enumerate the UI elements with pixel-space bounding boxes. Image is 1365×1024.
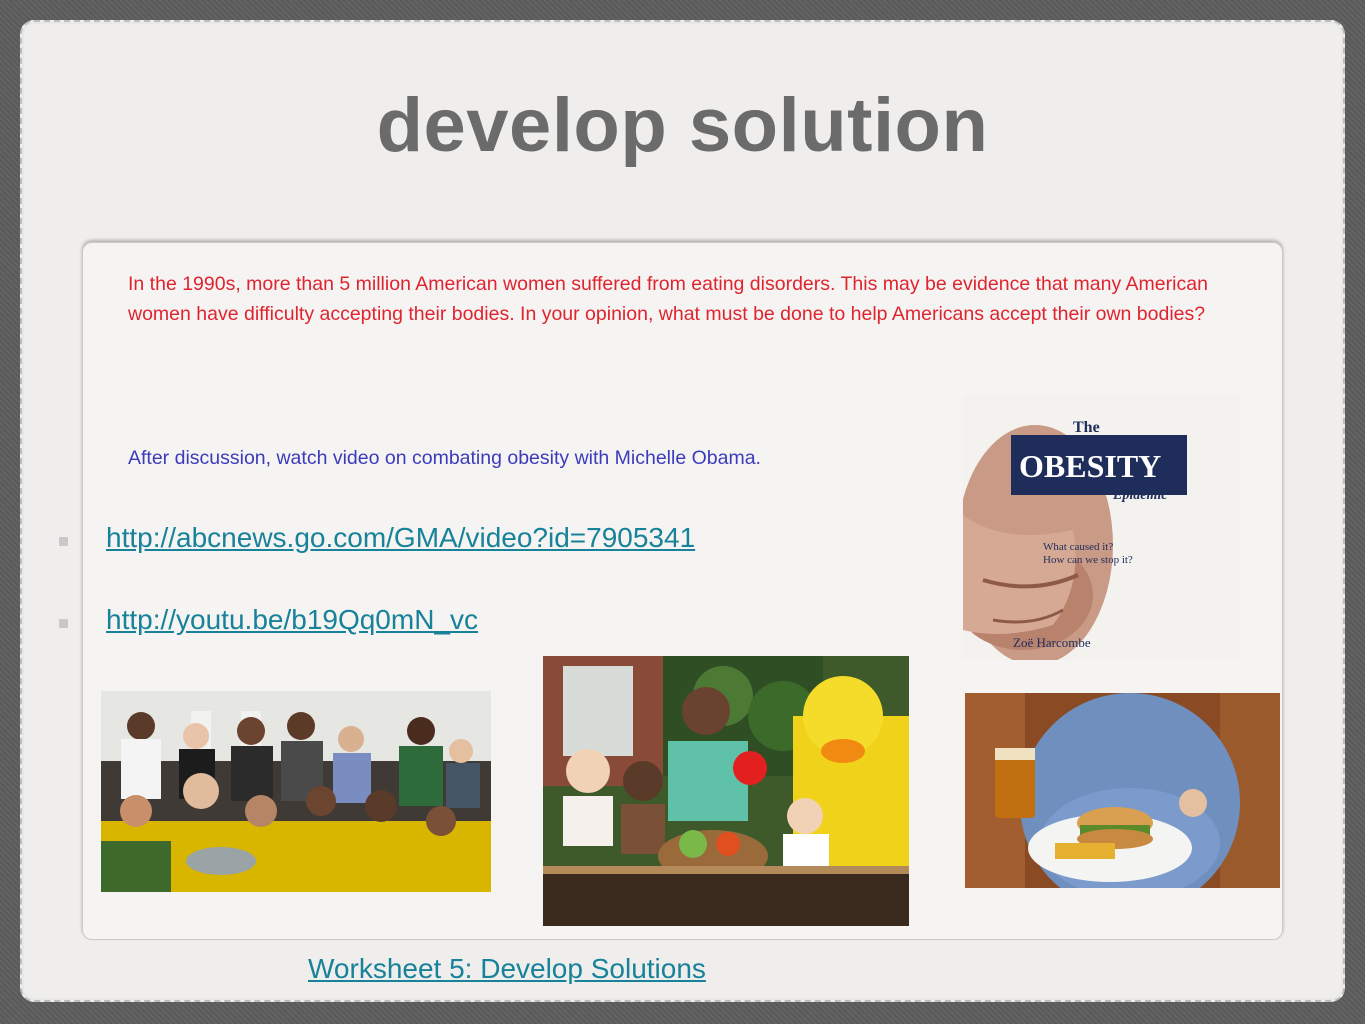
bullet-marker <box>59 537 68 546</box>
followup-instruction: After discussion, watch video on combati… <box>128 447 761 469</box>
sesame-street-garden-photo <box>543 656 909 926</box>
book-author-text: Zoë Harcombe <box>1013 635 1091 650</box>
book-question-line-2: How can we stop it? <box>1043 554 1133 566</box>
book-question-line-1: What caused it? <box>1043 541 1113 553</box>
fast-food-meal-photo <box>965 693 1280 888</box>
discussion-prompt: In the 1990s, more than 5 million Americ… <box>128 273 1208 325</box>
book-the-text: The <box>1073 419 1100 436</box>
garden-group-photo <box>101 691 491 892</box>
abcnews-video-link[interactable]: http://abcnews.go.com/GMA/video?id=79053… <box>106 522 695 554</box>
worksheet-5-link[interactable]: Worksheet 5: Develop Solutions <box>308 953 706 985</box>
slide-title: develop solution <box>376 83 989 168</box>
book-subtitle-text: Epidemic <box>1112 488 1168 503</box>
book-title-text: OBESITY <box>1019 448 1161 484</box>
obesity-book-cover-image: The OBESITY Epidemic What caused it? How… <box>963 395 1240 660</box>
bullet-marker <box>59 619 68 628</box>
youtube-video-link[interactable]: http://youtu.be/b19Qq0mN_vc <box>106 604 478 636</box>
